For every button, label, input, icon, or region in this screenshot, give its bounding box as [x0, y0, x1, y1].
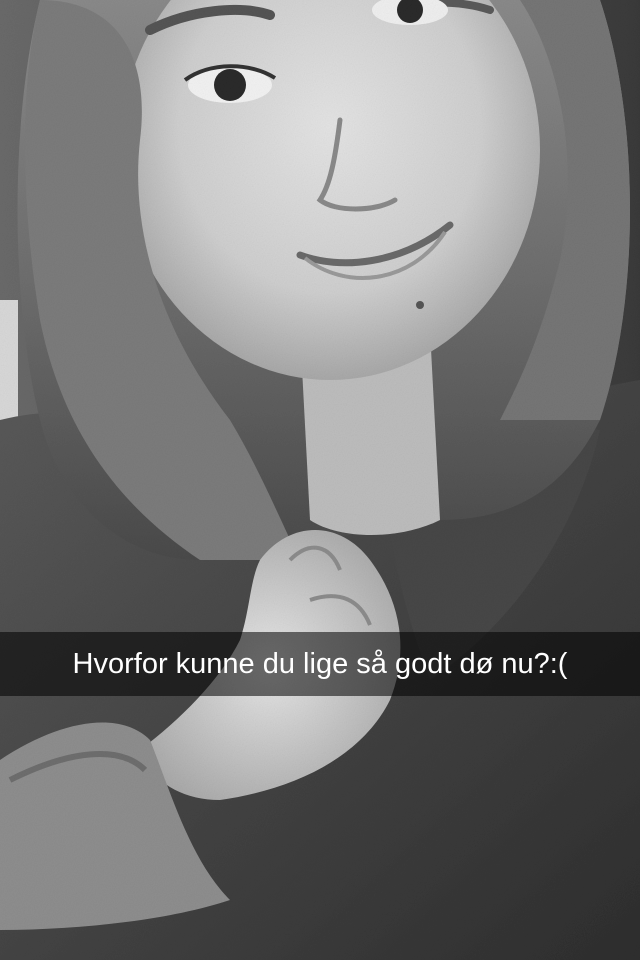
selfie-photo — [0, 0, 640, 960]
caption-text: Hvorfor kunne du lige så godt dø nu?:( — [72, 647, 568, 680]
caption-bar: Hvorfor kunne du lige så godt dø nu?:( — [0, 632, 640, 696]
snap-view: Hvorfor kunne du lige så godt dø nu?:( — [0, 0, 640, 960]
